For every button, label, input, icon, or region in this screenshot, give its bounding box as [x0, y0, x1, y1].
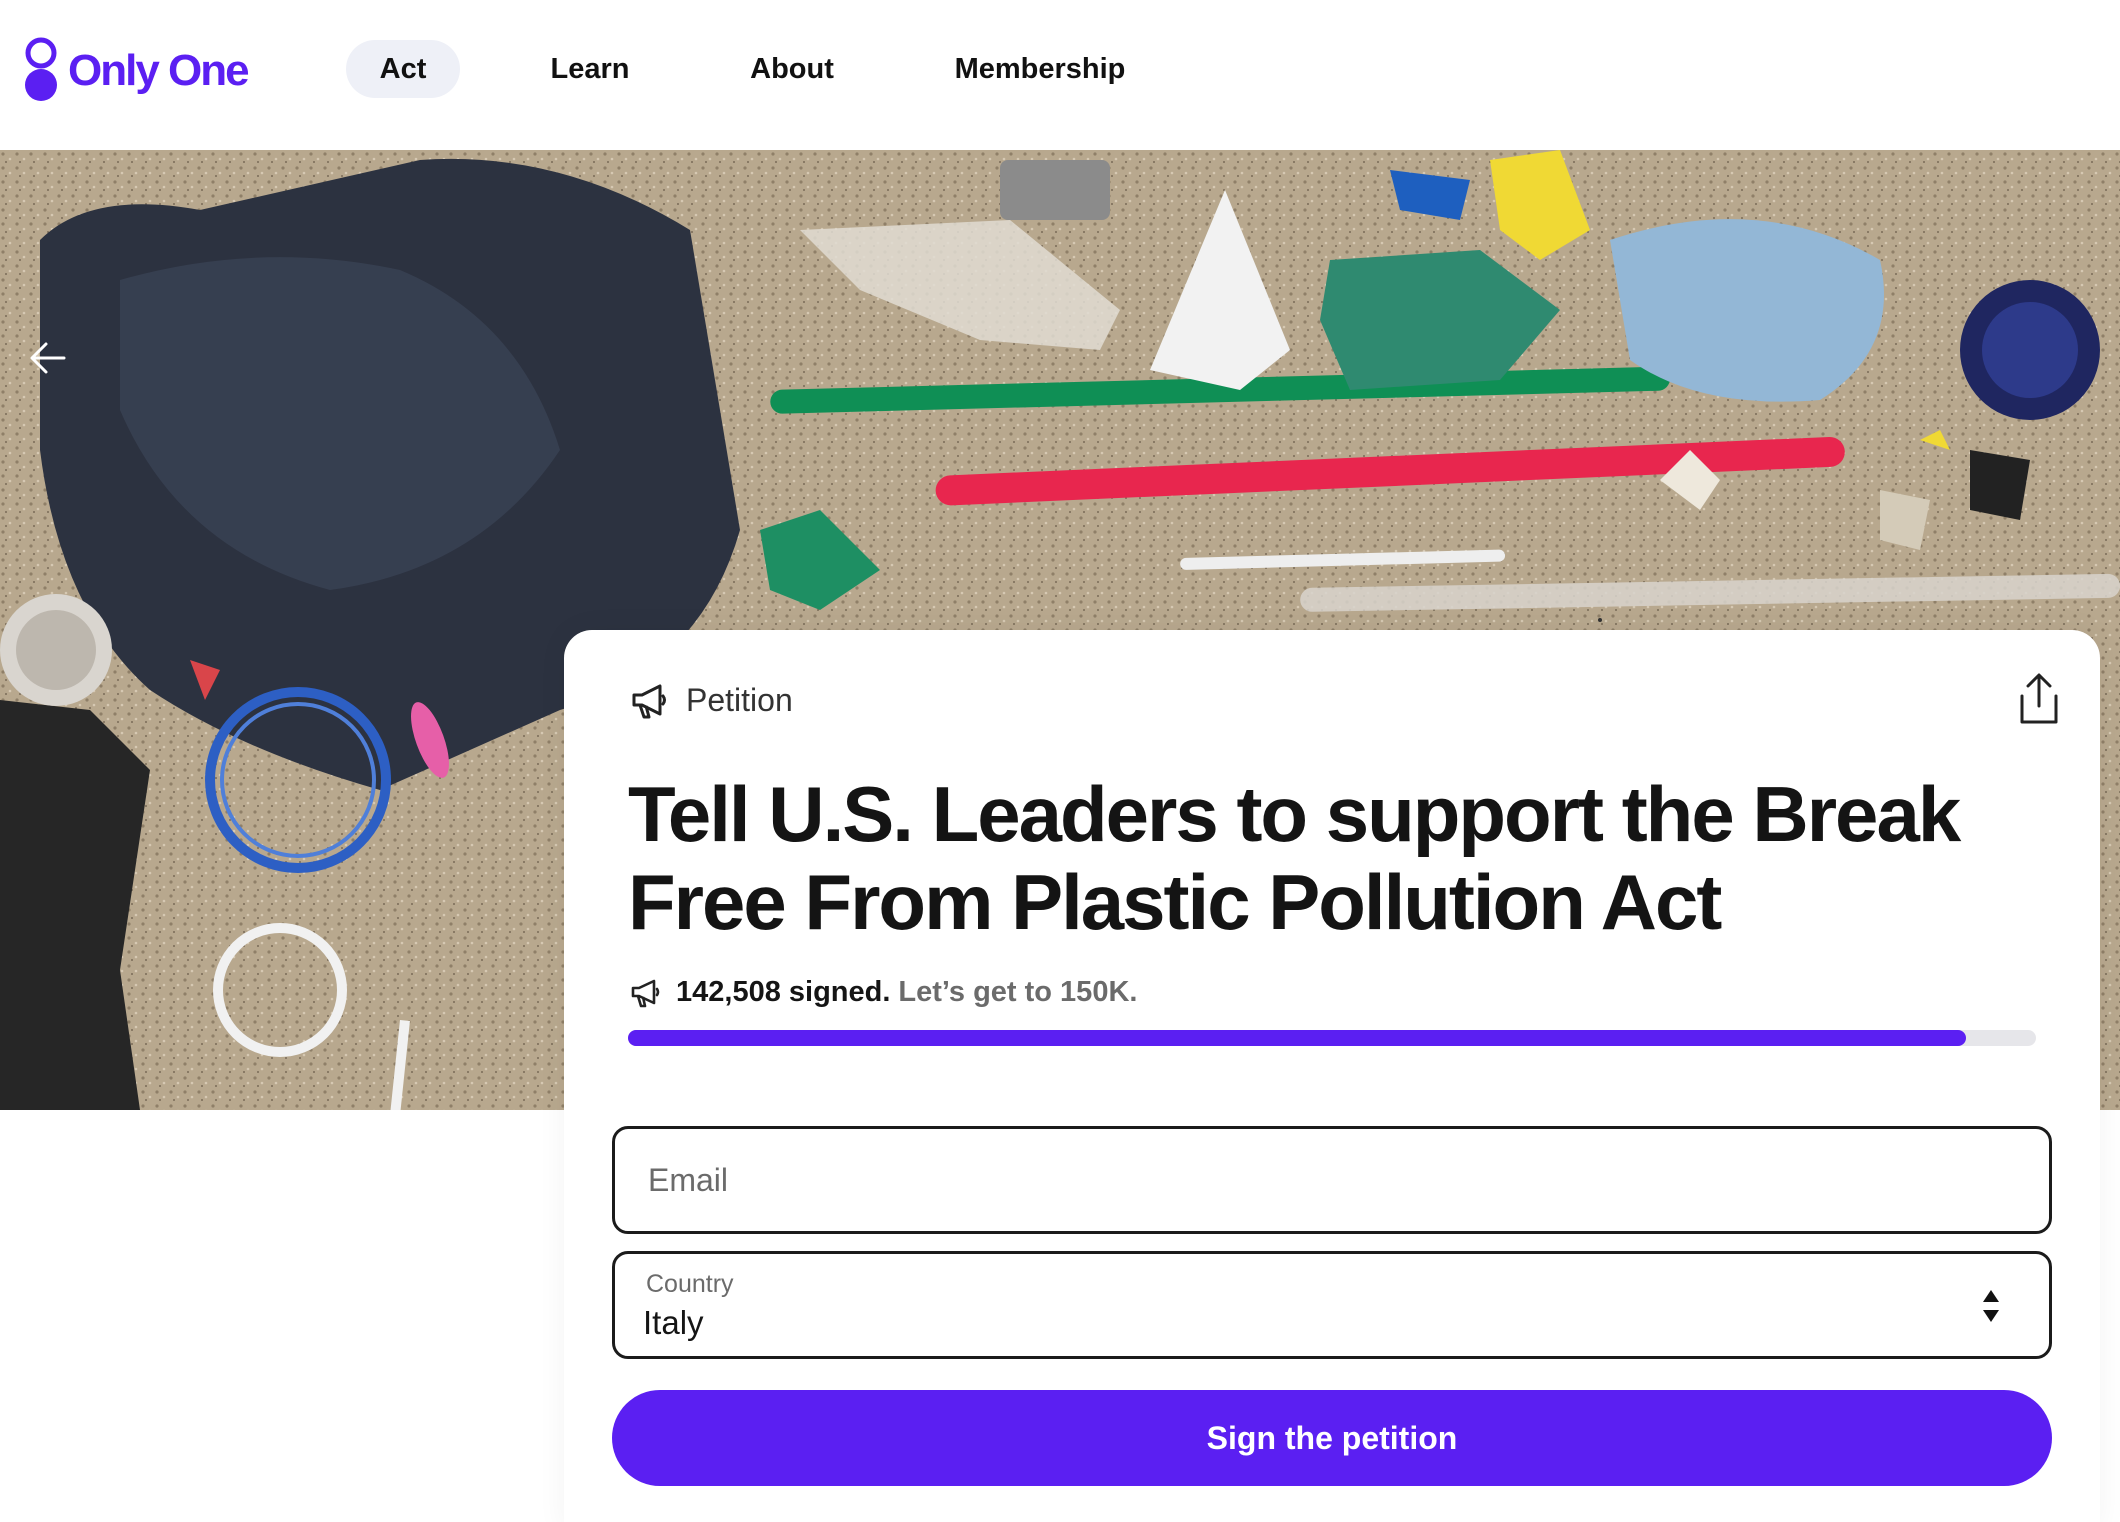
email-field[interactable] [612, 1126, 2052, 1234]
petition-title: Tell U.S. Leaders to support the Break F… [628, 770, 1961, 946]
sign-petition-button[interactable]: Sign the petition [612, 1390, 2052, 1486]
brand-name: Only One [68, 46, 250, 95]
country-value: Italy [643, 1304, 704, 1341]
signature-progress-bar [628, 1030, 2036, 1046]
share-icon[interactable] [2014, 672, 2064, 728]
petition-type-label: Petition [686, 682, 793, 718]
megaphone-icon [631, 979, 660, 1007]
megaphone-icon [632, 684, 666, 718]
signature-count: 142,508 signed. Let’s get to 150K. [630, 976, 1137, 1009]
signed-count-text: 142,508 signed. [676, 976, 891, 1008]
country-select[interactable]: Country Italy [612, 1251, 2052, 1359]
nav-act[interactable]: Act [346, 40, 460, 98]
select-arrows-icon [1983, 1290, 1999, 1322]
nav-about[interactable]: About [732, 40, 852, 98]
only-one-logo-icon [25, 37, 57, 101]
goal-text: Let’s get to 150K. [898, 976, 1138, 1008]
brand-logo[interactable]: Only One [22, 36, 250, 104]
petition-card: Petition Tell U.S. Leaders to support th… [564, 630, 2100, 1522]
nav-learn[interactable]: Learn [530, 40, 650, 98]
site-header: Only One Act Learn About Membership [0, 0, 2120, 150]
arrow-left-icon[interactable] [28, 340, 68, 376]
nav-membership[interactable]: Membership [940, 40, 1140, 98]
petition-type: Petition [630, 682, 793, 719]
signature-progress-fill [628, 1030, 1966, 1046]
country-label: Country [646, 1270, 734, 1298]
